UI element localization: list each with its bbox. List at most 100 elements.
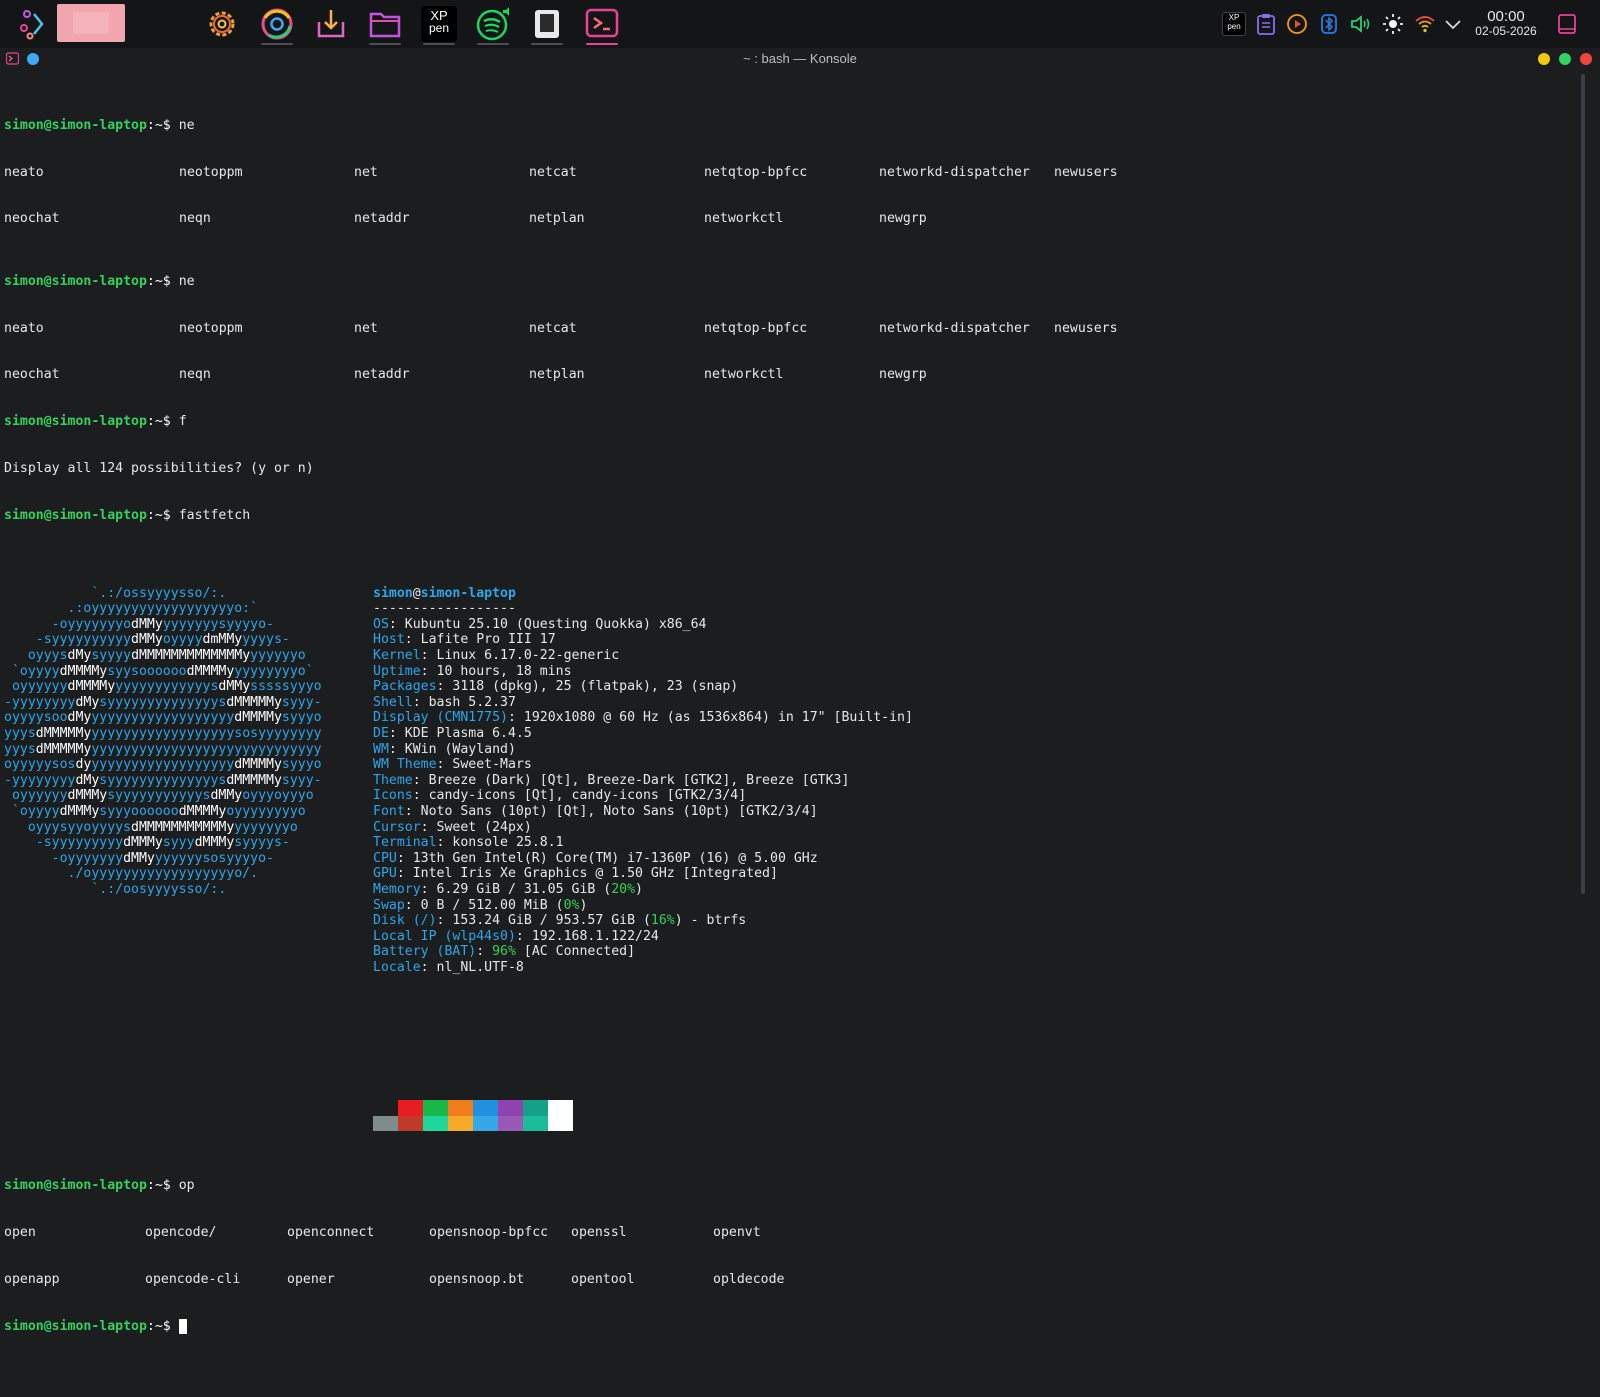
ff-key: Font [373, 803, 405, 819]
minimize-button[interactable] [1538, 53, 1550, 65]
terminal-output[interactable]: simon@simon-laptop:~$ ne neato neotoppm … [4, 71, 1574, 1334]
prompt-path: :~$ [146, 507, 171, 523]
completion-row: openapp opencode-cli opener opensnoop.bt… [4, 1272, 1574, 1288]
ff-value: konsole 25.8.1 [452, 835, 564, 851]
text-cursor [178, 1318, 187, 1334]
ff-value: bash 5.2.37 [428, 694, 516, 710]
completion-row: neato neotoppm net netcat netqtop-bpfcc … [4, 165, 1574, 181]
window-titlebar[interactable]: ~ : bash — Konsole [0, 48, 1600, 70]
discover-launcher[interactable] [311, 4, 351, 44]
typed-command: op [170, 1178, 195, 1194]
app-launcher-button[interactable] [14, 4, 54, 44]
ff-value: 13th Gen Intel(R) Core(TM) i7-1360P (16)… [412, 850, 818, 866]
prompt-path: :~$ [146, 414, 171, 430]
completion-item: netaddr [354, 367, 410, 383]
ff-percent: 16% [650, 913, 675, 929]
ff-value-suffix: ) - btrfs [674, 913, 747, 929]
completion-row: neochat neqn netaddr netplan networkctl … [4, 211, 1574, 227]
ff-key: CPU [373, 850, 397, 866]
show-desktop-button[interactable] [1555, 12, 1579, 36]
completion-item: newgrp [879, 367, 927, 383]
ff-value: 1920x1080 @ 60 Hz (as 1536x864) in 17" [… [523, 710, 913, 726]
ff-key: Theme [373, 772, 413, 788]
completion-item: openvt [713, 1225, 761, 1241]
clock-date: 02-05-2026 [1475, 24, 1537, 38]
konsole-launcher[interactable] [582, 4, 622, 45]
typed-command: ne [170, 117, 195, 133]
clipboard-icon [1257, 14, 1275, 35]
terminal-scrollbar[interactable] [1581, 74, 1585, 894]
clipboard-button[interactable] [1254, 12, 1278, 36]
ff-value: 153.24 GiB / 953.57 GiB ( [452, 913, 651, 929]
ff-key: Terminal [373, 835, 437, 851]
spotify-icon [476, 7, 509, 41]
scrollbar-handle[interactable] [1581, 74, 1585, 894]
bluetooth-button[interactable] [1317, 12, 1341, 36]
ff-value: 3118 (dpkg), 25 (flatpak), 23 (snap) [452, 679, 739, 695]
spotify-launcher[interactable] [473, 4, 513, 45]
color-swatch [498, 1115, 523, 1132]
ff-row-wm: WM: KWin (Wayland) [373, 741, 516, 757]
color-swatch [423, 1115, 448, 1132]
ff-key: Disk (/) [373, 913, 437, 929]
ff-value: Lafite Pro III 17 [420, 632, 556, 648]
xppen-tray-button[interactable]: XP pen [1222, 12, 1246, 36]
launcher-running-indicator [369, 43, 401, 45]
completion-item: openapp [4, 1271, 60, 1287]
media-icon [1287, 14, 1307, 34]
brightness-button[interactable] [1381, 12, 1405, 36]
completion-item: opensnoop-bpfcc [429, 1225, 549, 1241]
close-button[interactable] [1580, 53, 1592, 65]
volume-button[interactable] [1349, 12, 1373, 36]
prompt-user-host: simon@simon-laptop [4, 117, 147, 133]
ff-row-kernel: Kernel: Linux 6.17.0-22-generic [373, 647, 620, 663]
completion-item: netaddr [354, 211, 410, 227]
ff-value: KWin (Wayland) [404, 741, 516, 757]
wifi-icon [1415, 16, 1435, 33]
fastfetch-output: `.:/ossyyyysso/:. .:oyyyyyyyyyyyyyyyyyyo… [4, 586, 1574, 992]
completion-item: networkctl [704, 367, 784, 383]
notes-launcher[interactable] [527, 4, 567, 45]
ff-row-theme: Theme: Breeze (Dark) [Qt], Breeze-Dark [… [373, 772, 850, 788]
ff-row-icons: Icons: candy-icons [Qt], candy-icons [GT… [373, 788, 747, 804]
xp-pen-launcher[interactable]: XP pen [419, 4, 459, 45]
ff-row-disk: Disk (/): 153.24 GiB / 953.57 GiB (16%) … [373, 913, 747, 929]
completion-item: net [354, 320, 378, 336]
completion-item: opener [287, 1271, 335, 1287]
tray-expand-button[interactable] [1441, 12, 1465, 36]
active-window-thumbnail[interactable] [57, 4, 125, 42]
color-swatch [423, 1100, 448, 1116]
completion-item: neotoppm [179, 164, 243, 180]
media-player-button[interactable] [1285, 12, 1309, 36]
prompt-path: :~$ [146, 1178, 171, 1194]
ff-row-cursor: Cursor: Sweet (24px) [373, 819, 532, 835]
completion-row: open opencode/ openconnect opensnoop-bpf… [4, 1225, 1574, 1241]
active-prompt-line[interactable]: simon@simon-laptop:~$ [4, 1318, 1574, 1335]
color-swatch [398, 1115, 423, 1132]
prompt-line: simon@simon-laptop:~$ f [4, 414, 1574, 430]
prompt-user-host: simon@simon-laptop [4, 507, 147, 523]
ff-row-os: OS: Kubuntu 25.10 (Questing Quokka) x86_… [373, 616, 707, 632]
typed-command: ne [170, 273, 195, 289]
ff-key: WM [373, 741, 389, 757]
system-settings-launcher[interactable] [202, 4, 242, 44]
completion-item: netplan [529, 367, 585, 383]
completion-item: neochat [4, 367, 60, 383]
completion-item: opldecode [713, 1271, 785, 1287]
ff-value: Kubuntu 25.10 (Questing Quokka) x86_64 [404, 616, 707, 632]
prompt-user-host: simon@simon-laptop [4, 1178, 147, 1194]
wifi-button[interactable] [1413, 12, 1437, 36]
dolphin-launcher[interactable] [365, 4, 405, 45]
digital-clock[interactable]: 00:00 02-05-2026 [1466, 9, 1546, 39]
prompt-path: :~$ [146, 1318, 171, 1334]
chrome-launcher[interactable] [257, 4, 297, 45]
prompt-line: simon@simon-laptop:~$ op [4, 1178, 1574, 1194]
launcher-active-indicator [586, 43, 618, 45]
maximize-button[interactable] [1559, 53, 1571, 65]
ff-row-local-ip: Local IP (wlp44s0): 192.168.1.122/24 [373, 928, 659, 944]
ff-key: GPU [373, 866, 397, 882]
completion-item: networkd-dispatcher [879, 320, 1030, 336]
prompt-user-host: simon@simon-laptop [4, 273, 147, 289]
ff-value: candy-icons [Qt], candy-icons [GTK2/3/4] [428, 788, 747, 804]
ff-row-uptime: Uptime: 10 hours, 18 mins [373, 663, 572, 679]
